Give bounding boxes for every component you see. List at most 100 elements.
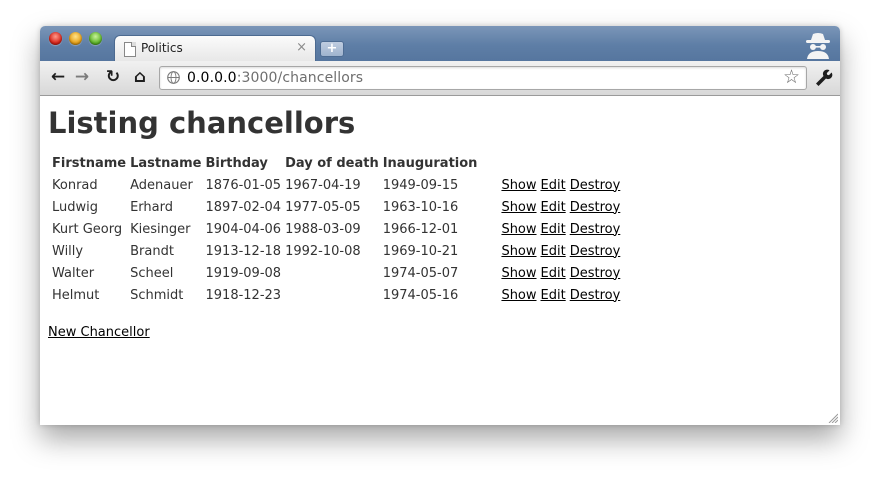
page-title: Listing chancellors	[48, 106, 356, 140]
home-button[interactable]: ⌂	[130, 67, 150, 87]
table-row: Walter Scheel 1919-09-08 1974-05-07 Show…	[51, 263, 621, 283]
spacer	[480, 197, 498, 217]
table-cell: 1967-04-19	[285, 177, 361, 193]
spacer	[480, 153, 498, 173]
spacer	[480, 285, 498, 305]
wrench-icon[interactable]	[813, 67, 833, 87]
url-text: 0.0.0.0:3000/chancellors	[187, 70, 363, 86]
table-cell: Scheel	[130, 265, 174, 281]
bookmark-star-icon[interactable]: ☆	[783, 66, 800, 88]
destroy-link[interactable]: Destroy	[570, 266, 621, 281]
show-link[interactable]: Show	[501, 178, 536, 193]
table-cell: 1974-05-07	[382, 265, 459, 281]
spacer	[480, 241, 498, 261]
table-row: Ludwig Erhard 1897-02-04 1977-05-05 1963…	[51, 197, 621, 217]
column-header: Day of death	[285, 155, 379, 171]
show-link[interactable]: Show	[501, 266, 536, 281]
spacer	[480, 175, 498, 195]
action-cell: Show	[500, 175, 537, 195]
url-host: 0.0.0.0	[187, 70, 237, 86]
action-cell: Destroy	[569, 263, 622, 283]
destroy-link[interactable]: Destroy	[570, 288, 621, 303]
action-cell: Destroy	[569, 285, 622, 305]
new-tab-button[interactable]: +	[320, 41, 344, 57]
column-header: Lastname	[130, 155, 202, 171]
spacer	[480, 219, 498, 239]
browser-window: Politics × + ← → ↻ ⌂ 0.0.0.0:3000/chance…	[40, 26, 840, 425]
maximize-window-button[interactable]	[89, 32, 102, 45]
destroy-link[interactable]: Destroy	[570, 222, 621, 237]
edit-link[interactable]: Edit	[541, 178, 566, 193]
tab-title: Politics	[141, 41, 183, 55]
page-content: Listing chancellors Firstname Lastname B…	[40, 96, 840, 425]
action-cell: Edit	[540, 285, 567, 305]
table-cell: Brandt	[130, 243, 174, 259]
table-cell: 1913-12-18	[205, 243, 282, 259]
spacer	[500, 153, 537, 173]
show-link[interactable]: Show	[501, 222, 536, 237]
table-row: Konrad Adenauer 1876-01-05 1967-04-19 19…	[51, 175, 621, 195]
new-chancellor-link[interactable]: New Chancellor	[48, 325, 150, 340]
column-header: Inauguration	[382, 155, 478, 171]
address-bar[interactable]: 0.0.0.0:3000/chancellors ☆	[159, 66, 807, 90]
table-cell: 1977-05-05	[285, 199, 361, 215]
show-link[interactable]: Show	[501, 288, 536, 303]
destroy-link[interactable]: Destroy	[570, 178, 621, 193]
action-cell: Show	[500, 263, 537, 283]
edit-link[interactable]: Edit	[541, 244, 566, 259]
action-cell: Show	[500, 197, 537, 217]
resize-grip-icon[interactable]	[828, 413, 838, 423]
chancellors-table: Firstname Lastname Birthday Day of death…	[49, 151, 623, 307]
spacer	[569, 153, 622, 173]
column-header: Firstname	[52, 155, 127, 171]
action-cell: Destroy	[569, 241, 622, 261]
table-cell: 1992-10-08	[285, 243, 361, 259]
browser-tab[interactable]: Politics ×	[114, 35, 316, 63]
table-cell: Walter	[52, 265, 95, 281]
table-cell: Erhard	[130, 199, 173, 215]
action-cell: Show	[500, 219, 537, 239]
show-link[interactable]: Show	[501, 244, 536, 259]
edit-link[interactable]: Edit	[541, 288, 566, 303]
minimize-window-button[interactable]	[69, 32, 82, 45]
table-cell: 1904-04-06	[205, 221, 282, 237]
table-cell: 1897-02-04	[205, 199, 282, 215]
table-cell: 1963-10-16	[382, 199, 459, 215]
back-button[interactable]: ←	[48, 67, 68, 87]
action-cell: Edit	[540, 241, 567, 261]
spacer	[540, 153, 567, 173]
edit-link[interactable]: Edit	[541, 200, 566, 215]
destroy-link[interactable]: Destroy	[570, 244, 621, 259]
forward-button[interactable]: →	[72, 67, 92, 87]
edit-link[interactable]: Edit	[541, 266, 566, 281]
edit-link[interactable]: Edit	[541, 222, 566, 237]
title-bar: Politics × +	[40, 26, 840, 63]
spacer	[480, 263, 498, 283]
page-icon	[124, 42, 136, 57]
table-cell: 1949-09-15	[382, 177, 459, 193]
table-cell: 1988-03-09	[285, 221, 361, 237]
tab-close-icon[interactable]: ×	[296, 40, 307, 55]
table-cell: Konrad	[52, 177, 98, 193]
action-cell: Edit	[540, 197, 567, 217]
browser-toolbar: ← → ↻ ⌂ 0.0.0.0:3000/chancellors ☆	[40, 61, 840, 96]
show-link[interactable]: Show	[501, 200, 536, 215]
table-header-row: Firstname Lastname Birthday Day of death…	[51, 153, 621, 173]
action-cell: Show	[500, 241, 537, 261]
action-cell: Destroy	[569, 219, 622, 239]
table-cell: 1969-10-21	[382, 243, 459, 259]
action-cell: Show	[500, 285, 537, 305]
table-cell: Adenauer	[130, 177, 193, 193]
incognito-icon	[806, 33, 830, 59]
table-cell: Schmidt	[130, 287, 184, 303]
table-cell: 1876-01-05	[205, 177, 282, 193]
table-cell: 1918-12-23	[205, 287, 282, 303]
action-cell: Edit	[540, 263, 567, 283]
table-row: Willy Brandt 1913-12-18 1992-10-08 1969-…	[51, 241, 621, 261]
table-cell: 1966-12-01	[382, 221, 459, 237]
reload-button[interactable]: ↻	[103, 67, 123, 87]
url-path: :3000/chancellors	[236, 70, 364, 86]
destroy-link[interactable]: Destroy	[570, 200, 621, 215]
action-cell: Edit	[540, 219, 567, 239]
close-window-button[interactable]	[49, 32, 62, 45]
